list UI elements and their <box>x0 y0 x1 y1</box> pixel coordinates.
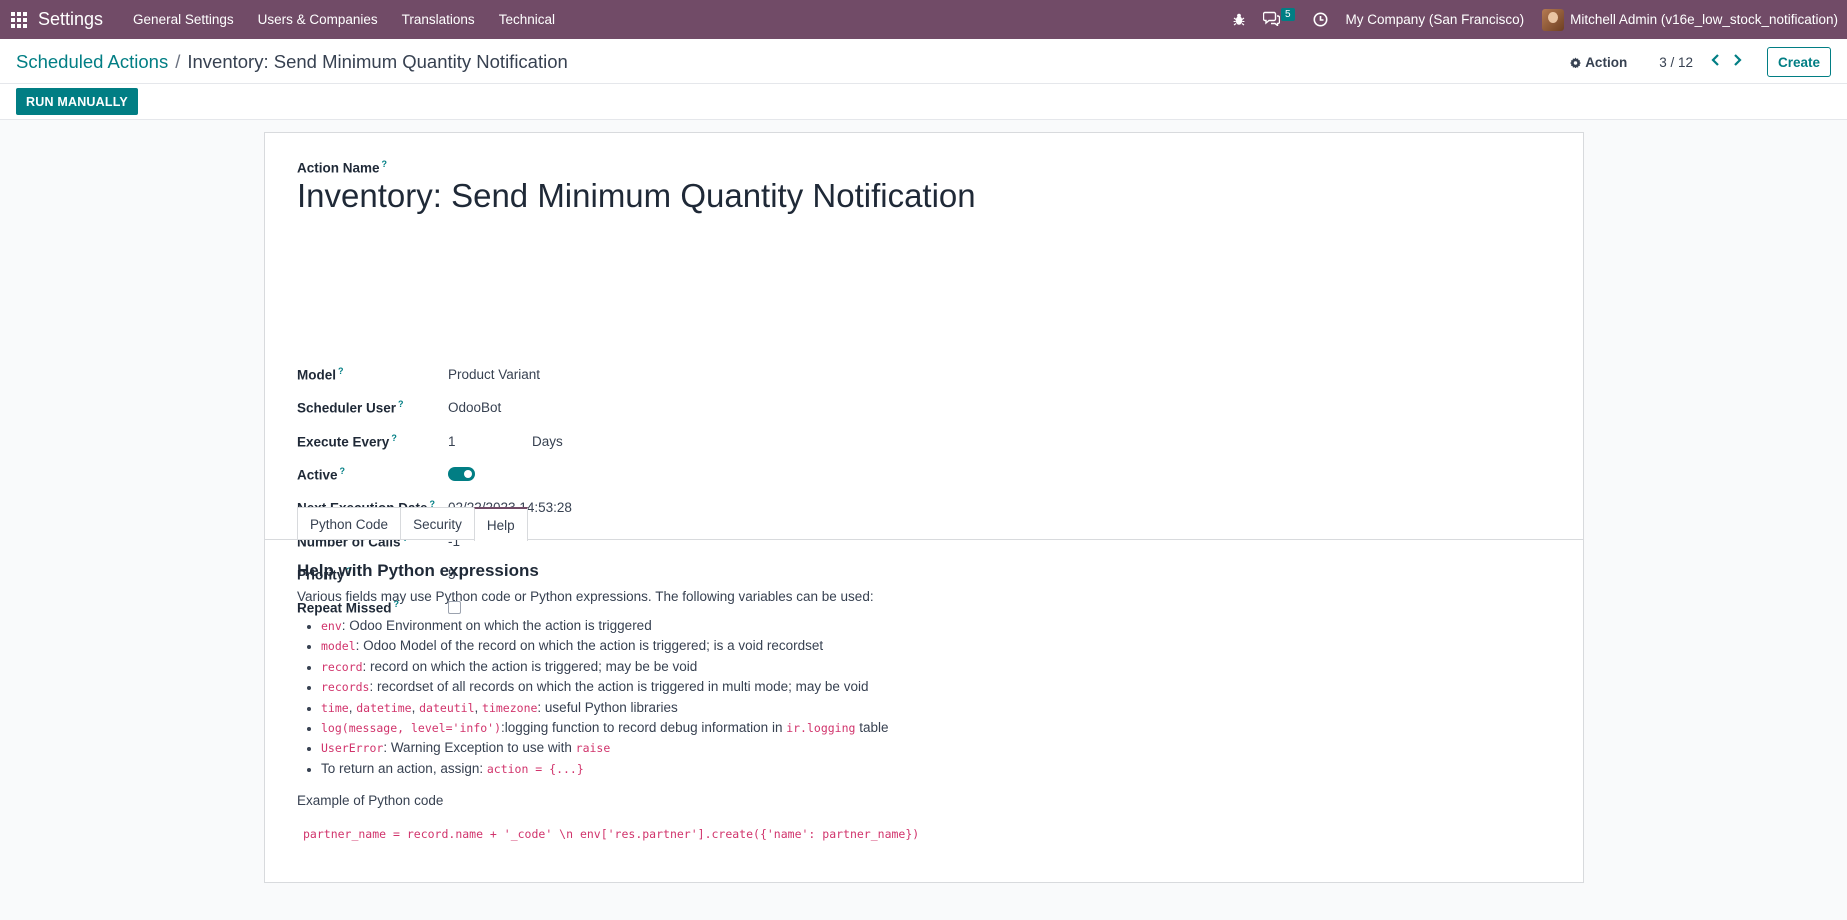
action-menu-button[interactable]: Action <box>1570 55 1627 70</box>
help-tooltip-icon[interactable]: ? <box>382 159 388 169</box>
list-item: model: Odoo Model of the record on which… <box>297 636 888 656</box>
model-label: Model <box>297 367 336 383</box>
menu-translations[interactable]: Translations <box>390 12 487 27</box>
menu-users-companies[interactable]: Users & Companies <box>246 12 390 27</box>
tab-help[interactable]: Help <box>473 507 528 541</box>
code-records: records <box>321 680 370 695</box>
code-action: action = {...} <box>486 761 584 776</box>
code-datetime: datetime <box>356 700 412 715</box>
control-panel: Scheduled Actions / Inventory: Send Minimu… <box>0 39 1847 84</box>
help-text-usererror: : Warning Exception to use with <box>383 740 576 756</box>
apps-menu-icon[interactable] <box>0 0 38 39</box>
debug-bug-icon[interactable] <box>1224 0 1254 39</box>
help-variables-list: env: Odoo Environment on which the actio… <box>297 616 888 779</box>
action-name-label: Action Name <box>297 160 380 176</box>
code-timezone: timezone <box>482 700 538 715</box>
chat-icon <box>1262 11 1281 29</box>
field-row-active: Active? <box>297 463 1097 485</box>
action-name-field[interactable]: Inventory: Send Minimum Quantity Notific… <box>297 177 976 215</box>
list-item: To return an action, assign: action = {.… <box>297 759 888 779</box>
list-item: record: record on which the action is tr… <box>297 657 888 677</box>
pager-previous-icon[interactable] <box>1705 53 1727 71</box>
comma-separator: , <box>474 699 483 715</box>
create-button[interactable]: Create <box>1766 47 1831 77</box>
breadcrumb-scheduled-actions[interactable]: Scheduled Actions <box>16 51 168 72</box>
scheduler-user-label-wrap: Scheduler User? <box>297 399 448 416</box>
help-text-action: To return an action, assign: <box>321 760 487 776</box>
menu-technical[interactable]: Technical <box>487 12 567 27</box>
code-usererror: UserError <box>321 741 384 756</box>
help-text-env: : Odoo Environment on which the action i… <box>341 618 652 633</box>
help-text-libs: : useful Python libraries <box>537 699 678 715</box>
active-toggle[interactable] <box>448 467 475 481</box>
active-label: Active <box>297 467 338 483</box>
model-field[interactable]: Product Variant <box>448 367 540 382</box>
help-intro: Various fields may use Python code or Py… <box>297 589 874 604</box>
code-ir-logging: ir.logging <box>786 720 856 735</box>
code-raise: raise <box>575 741 611 756</box>
code-record: record <box>321 659 363 674</box>
tabs-divider <box>265 539 1583 540</box>
help-tooltip-icon[interactable]: ? <box>340 466 346 476</box>
list-item: log(message, level='info'):logging funct… <box>297 718 888 738</box>
field-row-execute-every: Execute Every? 1 Days <box>297 430 1097 452</box>
breadcrumb-current: Inventory: Send Minimum Quantity Notific… <box>187 51 568 72</box>
execute-every-label-wrap: Execute Every? <box>297 433 448 450</box>
action-name-label-wrap: Action Name? <box>297 159 387 175</box>
example-code: partner_name = record.name + '_code' \n … <box>303 827 920 841</box>
code-time: time <box>321 700 349 715</box>
help-text-log-table: table <box>855 719 889 735</box>
avatar <box>1542 8 1565 31</box>
scheduler-user-field[interactable]: OdooBot <box>448 400 501 415</box>
code-env: env <box>321 619 342 633</box>
tab-python-code[interactable]: Python Code <box>297 507 402 540</box>
app-brand[interactable]: Settings <box>38 9 103 30</box>
scheduler-user-label: Scheduler User <box>297 400 397 416</box>
breadcrumb-separator: / <box>175 51 181 72</box>
list-item: UserError: Warning Exception to use with… <box>297 738 888 758</box>
list-item: env: Odoo Environment on which the actio… <box>297 616 888 636</box>
gear-icon <box>1570 56 1582 68</box>
activity-clock-icon[interactable] <box>1304 0 1337 39</box>
pager-next-icon[interactable] <box>1727 53 1749 71</box>
code-log: log(message, level='info') <box>321 720 502 735</box>
code-model: model <box>321 639 356 654</box>
user-menu[interactable]: Mitchell Admin (v16e_low_stock_notificat… <box>1533 0 1847 39</box>
field-row-model: Model? Product Variant <box>297 363 1097 385</box>
field-row-scheduler-user: Scheduler User? OdooBot <box>297 396 1097 418</box>
list-item: time, datetime, dateutil, timezone: usef… <box>297 698 888 718</box>
messaging-menu[interactable]: 5 <box>1254 0 1304 39</box>
tab-security[interactable]: Security <box>400 507 475 540</box>
form-sheet: Action Name? Inventory: Send Minimum Qua… <box>264 132 1584 883</box>
notebook-tabs: Python Code Security Help <box>297 507 528 541</box>
help-text-model: : Odoo Model of the record on which the … <box>355 638 824 654</box>
help-text-record: : record on which the action is triggere… <box>362 658 698 674</box>
pager-value[interactable]: 3 / 12 <box>1659 55 1693 70</box>
help-tooltip-icon[interactable]: ? <box>398 399 404 409</box>
example-label: Example of Python code <box>297 793 444 808</box>
interval-number-field[interactable]: 1 <box>448 434 532 449</box>
menu-general-settings[interactable]: General Settings <box>121 12 246 27</box>
active-label-wrap: Active? <box>297 466 448 483</box>
help-title: Help with Python expressions <box>297 561 539 580</box>
help-tooltip-icon[interactable]: ? <box>391 433 397 443</box>
run-manually-button[interactable]: RUN MANUALLY <box>16 88 138 115</box>
help-text-records: : recordset of all records on which the … <box>369 679 869 695</box>
model-label-wrap: Model? <box>297 366 448 383</box>
execute-every-label: Execute Every <box>297 434 390 450</box>
help-tooltip-icon[interactable]: ? <box>338 366 344 376</box>
breadcrumb: Scheduled Actions / Inventory: Send Minimu… <box>16 51 568 73</box>
code-dateutil: dateutil <box>419 700 475 715</box>
messages-badge: 5 <box>1280 8 1295 21</box>
interval-unit-field[interactable]: Days <box>532 434 563 449</box>
user-name: Mitchell Admin (v16e_low_stock_notificat… <box>1570 12 1838 27</box>
comma-separator: , <box>411 699 420 715</box>
action-label: Action <box>1585 54 1628 70</box>
help-text-log: :logging function to record debug inform… <box>501 719 787 735</box>
form-statusbar: RUN MANUALLY <box>0 84 1847 120</box>
top-navbar: Settings General Settings Users & Compan… <box>0 0 1847 39</box>
company-switcher[interactable]: My Company (San Francisco) <box>1337 0 1534 39</box>
list-item: records: recordset of all records on whi… <box>297 677 888 697</box>
